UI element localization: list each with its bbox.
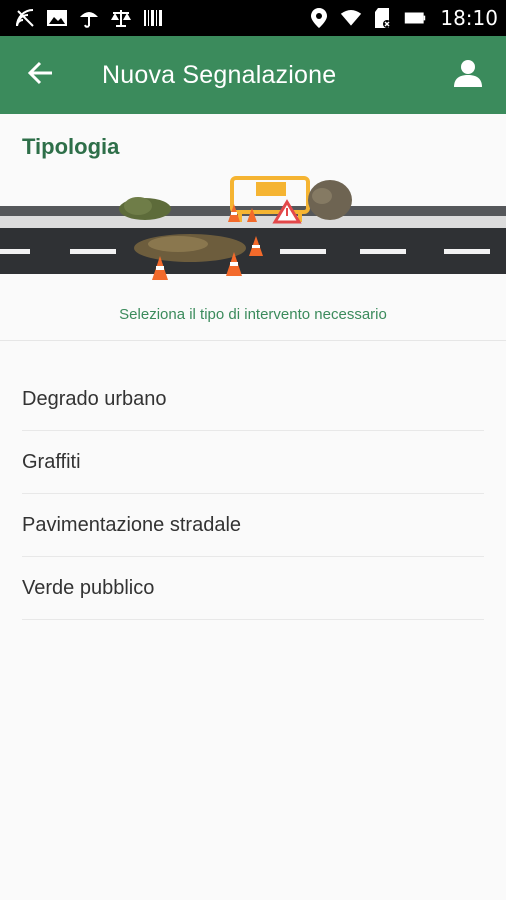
scale-icon bbox=[110, 7, 132, 29]
location-icon bbox=[308, 7, 330, 29]
list-item-label: Pavimentazione stradale bbox=[22, 513, 242, 536]
list-item-degrado-urbano[interactable]: Degrado urbano bbox=[22, 368, 484, 431]
list-item-verde-pubblico[interactable]: Verde pubblico bbox=[22, 557, 484, 620]
barcode-icon bbox=[142, 7, 164, 29]
roadworks-illustration bbox=[0, 170, 506, 285]
hint-text: Seleziona il tipo di intervento necessar… bbox=[119, 306, 387, 323]
intervention-type-list: Degrado urbano Graffiti Pavimentazione s… bbox=[0, 368, 506, 620]
arrow-left-icon bbox=[27, 61, 53, 90]
section-title: Tipologia bbox=[22, 134, 120, 159]
list-item-graffiti[interactable]: Graffiti bbox=[22, 431, 484, 494]
clock: 18:10 bbox=[440, 6, 498, 30]
list-item-pavimentazione-stradale[interactable]: Pavimentazione stradale bbox=[22, 494, 484, 557]
page-title: Nuova Segnalazione bbox=[102, 60, 337, 89]
status-bar: 18:10 bbox=[0, 0, 506, 36]
sd-card-icon bbox=[372, 7, 394, 29]
no-signal-icon bbox=[14, 7, 36, 29]
list-item-label: Verde pubblico bbox=[22, 576, 155, 599]
battery-icon bbox=[404, 7, 426, 29]
divider bbox=[0, 340, 506, 341]
umbrella-icon bbox=[78, 7, 100, 29]
user-icon bbox=[453, 58, 483, 93]
back-button[interactable] bbox=[12, 47, 68, 103]
app-bar: Nuova Segnalazione bbox=[0, 36, 506, 114]
list-item-label: Degrado urbano bbox=[22, 387, 167, 410]
status-bar-right: 18:10 bbox=[308, 6, 498, 30]
status-bar-left bbox=[14, 7, 164, 29]
image-icon bbox=[46, 7, 68, 29]
list-item-label: Graffiti bbox=[22, 450, 81, 473]
profile-button[interactable] bbox=[440, 47, 496, 103]
wifi-icon bbox=[340, 7, 362, 29]
